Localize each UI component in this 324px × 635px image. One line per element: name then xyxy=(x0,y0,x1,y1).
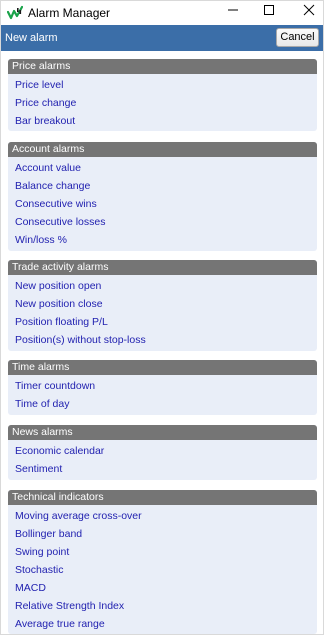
header-bar: New alarm Cancel xyxy=(1,25,323,51)
alarm-item-balance-change[interactable]: Balance change xyxy=(8,177,317,195)
group-trade-activity-alarms: Trade activity alarms New position open … xyxy=(8,260,317,351)
cancel-button[interactable]: Cancel xyxy=(276,28,319,47)
alarm-item-consecutive-wins[interactable]: Consecutive wins xyxy=(8,195,317,213)
group-time-alarms: Time alarms Timer countdown Time of day xyxy=(8,360,317,415)
group-header: Trade activity alarms xyxy=(8,260,317,275)
alarm-item-win-loss-percent[interactable]: Win/loss % xyxy=(8,231,317,249)
group-header: Price alarms xyxy=(8,59,317,74)
group-items: Economic calendar Sentiment xyxy=(8,440,317,478)
maximize-icon xyxy=(263,3,275,21)
header-title: New alarm xyxy=(5,32,58,44)
title-bar: Alarm Manager xyxy=(1,1,323,25)
group-header: News alarms xyxy=(8,425,317,440)
group-account-alarms: Account alarms Account value Balance cha… xyxy=(8,142,317,251)
minimize-icon xyxy=(227,3,239,21)
alarm-item-moving-average-cross-over[interactable]: Moving average cross-over xyxy=(8,507,317,525)
alarm-item-stochastic[interactable]: Stochastic xyxy=(8,561,317,579)
alarm-item-economic-calendar[interactable]: Economic calendar xyxy=(8,442,317,460)
alarm-item-new-position-close[interactable]: New position close xyxy=(8,295,317,313)
minimize-button[interactable] xyxy=(213,1,253,23)
chart-icon xyxy=(6,5,24,21)
alarm-item-price-change[interactable]: Price change xyxy=(8,94,317,112)
group-items: Account value Balance change Consecutive… xyxy=(8,157,317,249)
alarm-item-bar-breakout[interactable]: Bar breakout xyxy=(8,112,317,130)
alarm-item-new-position-open[interactable]: New position open xyxy=(8,277,317,295)
group-news-alarms: News alarms Economic calendar Sentiment xyxy=(8,425,317,480)
alarm-manager-window: Alarm Manager New alarm Cancel Price ala… xyxy=(0,0,324,635)
group-items: Moving average cross-over Bollinger band… xyxy=(8,505,317,633)
alarm-item-position-floating-pl[interactable]: Position floating P/L xyxy=(8,313,317,331)
group-header: Technical indicators xyxy=(8,490,317,505)
close-icon xyxy=(303,3,315,21)
alarm-item-sentiment[interactable]: Sentiment xyxy=(8,460,317,478)
group-price-alarms: Price alarms Price level Price change Ba… xyxy=(8,59,317,131)
alarm-item-average-true-range[interactable]: Average true range xyxy=(8,615,317,633)
group-header: Account alarms xyxy=(8,142,317,157)
window-title: Alarm Manager xyxy=(28,6,111,20)
close-button[interactable] xyxy=(289,1,323,23)
alarm-item-relative-strength-index[interactable]: Relative Strength Index xyxy=(8,597,317,615)
alarm-item-bollinger-band[interactable]: Bollinger band xyxy=(8,525,317,543)
alarm-item-positions-without-stop-loss[interactable]: Position(s) without stop-loss xyxy=(8,331,317,349)
group-items: Price level Price change Bar breakout xyxy=(8,74,317,130)
group-header: Time alarms xyxy=(8,360,317,375)
alarm-item-consecutive-losses[interactable]: Consecutive losses xyxy=(8,213,317,231)
alarm-item-time-of-day[interactable]: Time of day xyxy=(8,395,317,413)
group-items: New position open New position close Pos… xyxy=(8,275,317,349)
alarm-item-swing-point[interactable]: Swing point xyxy=(8,543,317,561)
maximize-button[interactable] xyxy=(249,1,289,23)
alarm-item-price-level[interactable]: Price level xyxy=(8,76,317,94)
alarm-item-account-value[interactable]: Account value xyxy=(8,159,317,177)
group-technical-indicators: Technical indicators Moving average cros… xyxy=(8,490,317,634)
alarm-item-timer-countdown[interactable]: Timer countdown xyxy=(8,377,317,395)
alarm-item-macd[interactable]: MACD xyxy=(8,579,317,597)
group-items: Timer countdown Time of day xyxy=(8,375,317,413)
